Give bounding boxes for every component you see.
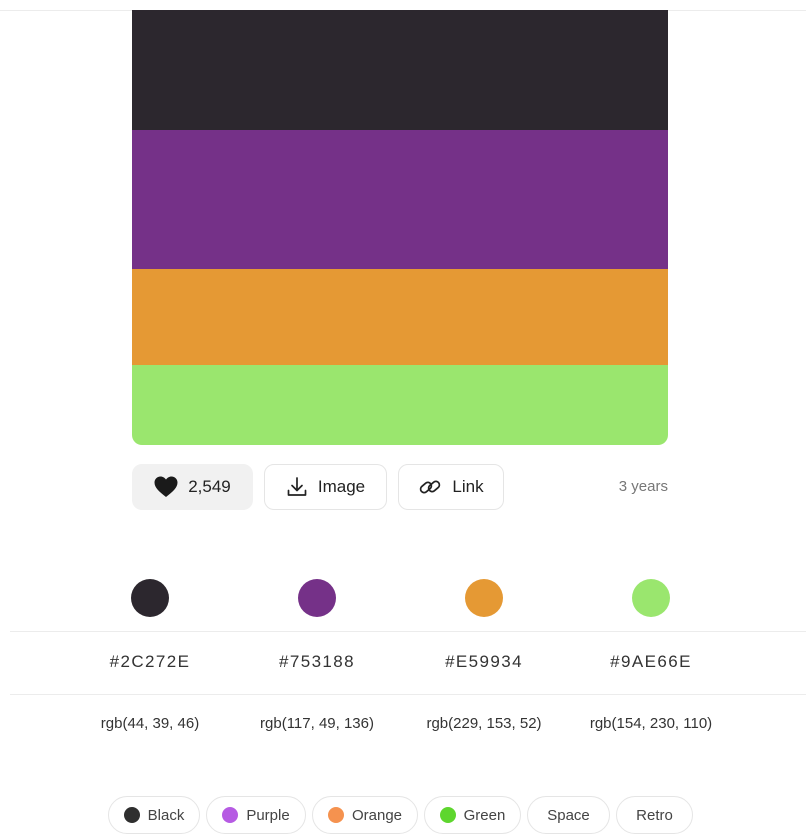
tag-label: Space — [547, 806, 590, 824]
hex-code[interactable]: #2C272E — [65, 652, 235, 672]
tag-label: Black — [147, 806, 185, 824]
palette-preview[interactable] — [132, 10, 668, 445]
divider — [10, 631, 806, 632]
image-button-label: Image — [317, 477, 366, 496]
color-swatch-0[interactable] — [131, 579, 169, 617]
tag-label: Purple — [246, 806, 290, 824]
divider — [10, 694, 806, 695]
color-swatch-row — [0, 579, 806, 617]
palette-band-2[interactable] — [132, 269, 668, 365]
tag-label: Orange — [351, 806, 403, 824]
tag-color-dot — [222, 807, 239, 823]
like-count: 2,549 — [188, 477, 231, 496]
copy-link-button[interactable]: Link — [398, 464, 504, 510]
link-button-label: Link — [452, 477, 484, 496]
like-button[interactable]: 2,549 — [132, 464, 253, 510]
hex-code[interactable]: #753188 — [232, 652, 402, 672]
tag-green[interactable]: Green — [424, 796, 521, 834]
tag-label: Green — [463, 806, 506, 824]
rgb-code[interactable]: rgb(154, 230, 110) — [566, 715, 736, 732]
tag-color-dot — [439, 807, 456, 823]
tag-black[interactable]: Black — [108, 796, 200, 834]
tag-space[interactable]: Space — [527, 796, 610, 834]
color-swatch-3[interactable] — [632, 579, 670, 617]
download-icon — [286, 476, 308, 498]
rgb-code-row: rgb(44, 39, 46) rgb(117, 49, 136) rgb(22… — [0, 715, 806, 735]
color-swatch-1[interactable] — [298, 579, 336, 617]
rgb-code[interactable]: rgb(229, 153, 52) — [399, 715, 569, 732]
tag-retro[interactable]: Retro — [616, 796, 693, 834]
color-swatch-2[interactable] — [465, 579, 503, 617]
tag-label: Retro — [636, 806, 673, 824]
palette-band-1[interactable] — [132, 130, 668, 269]
rgb-code[interactable]: rgb(117, 49, 136) — [232, 715, 402, 732]
palette-band-3[interactable] — [132, 365, 668, 445]
tag-purple[interactable]: Purple — [206, 796, 306, 834]
heart-icon — [154, 476, 178, 498]
tag-color-dot — [327, 807, 344, 823]
hex-code[interactable]: #E59934 — [399, 652, 569, 672]
palette-actions: 2,549 Image Link 3 years — [132, 464, 668, 512]
hex-code[interactable]: #9AE66E — [566, 652, 736, 672]
hex-code-row: #2C272E #753188 #E59934 #9AE66E — [0, 652, 806, 674]
tag-list: Black Purple Orange Green Space Retro — [0, 796, 806, 834]
tag-orange[interactable]: Orange — [312, 796, 418, 834]
link-icon — [418, 476, 442, 498]
rgb-code[interactable]: rgb(44, 39, 46) — [65, 715, 235, 732]
download-image-button[interactable]: Image — [264, 464, 387, 510]
tag-color-dot — [123, 807, 140, 823]
palette-band-0[interactable] — [132, 10, 668, 130]
palette-age: 3 years — [618, 478, 668, 495]
